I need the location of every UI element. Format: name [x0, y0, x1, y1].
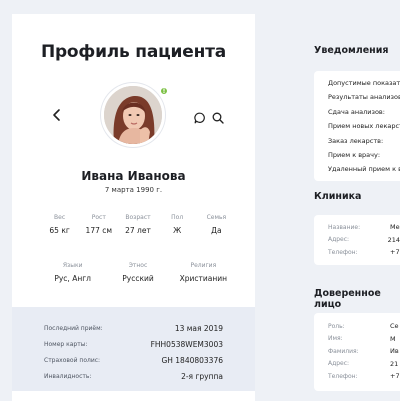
- back-arrow-icon[interactable]: [52, 108, 64, 122]
- patient-name: Ивана Иванова: [81, 169, 186, 183]
- trusted-row: Фамилия: Ив: [314, 345, 400, 358]
- trusted-row: Имя: М: [314, 333, 400, 346]
- trusted-value-role: Се: [390, 322, 399, 331]
- page-title: Профиль пациента: [40, 42, 227, 62]
- avatar-container: !: [101, 83, 169, 147]
- stat-value-languages: Рус, Англ: [54, 274, 91, 283]
- patient-stats: Вес Рост Возраст Пол Семья 65 кг 177 см …: [40, 214, 236, 235]
- clinic-value-phone: +7: [390, 248, 400, 257]
- clinic-label-address: Адрес:: [328, 236, 350, 244]
- info-row: Инвалидность: 2-я группа: [44, 368, 223, 384]
- patient-dob: 7 марта 1990 г.: [104, 186, 163, 194]
- trusted-value-phone: +7: [390, 372, 400, 381]
- notification-item[interactable]: Заказ лекарств:: [314, 134, 400, 148]
- notification-item[interactable]: Допустимые показате: [314, 76, 400, 90]
- notification-item[interactable]: Результаты анализов:: [314, 90, 400, 104]
- info-value-disability: 2-я группа: [181, 371, 223, 381]
- info-value-card-number: FHH0538WEM3003: [150, 339, 223, 349]
- stat-label-languages: Языки: [62, 262, 83, 269]
- info-row: Номер карты: FHH0538WEM3003: [44, 336, 223, 352]
- info-row: Страховой полис: GH 1840803376: [44, 352, 223, 368]
- info-label-insurance: Страховой полис:: [44, 356, 101, 364]
- trusted-value-last-name: Ив: [390, 347, 399, 356]
- patient-info-block: Последний приём: 13 мая 2019 Номер карты…: [12, 307, 255, 391]
- trusted-label-address: Адрес:: [328, 360, 350, 368]
- clinic-row: Телефон: +7: [314, 246, 400, 259]
- stat-label-ethnicity: Этнос: [128, 262, 148, 269]
- trusted-label-first-name: Имя:: [328, 335, 343, 343]
- clinic-value-address: 214: [387, 235, 400, 244]
- stat-label-religion: Религия: [190, 262, 217, 269]
- stat-value-age: 27 лет: [125, 226, 151, 235]
- trusted-row: Адрес: 21: [314, 358, 400, 371]
- trusted-label-last-name: Фамилия:: [328, 347, 359, 355]
- trusted-label-role: Роль:: [328, 322, 345, 330]
- clinic-label-phone: Телефон:: [328, 248, 358, 256]
- stat-label-age: Возраст: [125, 214, 151, 221]
- avatar: [101, 83, 165, 147]
- trusted-row: Роль: Се: [314, 320, 400, 333]
- trusted-label-phone: Телефон:: [328, 372, 358, 380]
- stat-value-weight: 65 кг: [49, 226, 70, 235]
- clinic-value-name: Ме: [390, 223, 400, 232]
- notification-item[interactable]: Сдача анализов:: [314, 105, 400, 119]
- stat-value-ethnicity: Русский: [122, 274, 154, 283]
- info-label-last-visit: Последний приём:: [44, 324, 103, 332]
- clinic-row: Адрес: 214: [314, 234, 400, 247]
- clinic-label-name: Название:: [328, 223, 361, 231]
- stat-label-height: Рост: [91, 214, 106, 221]
- chat-icon[interactable]: [194, 109, 206, 128]
- notification-item[interactable]: Прием новых лекарст: [314, 119, 400, 133]
- info-value-insurance: GH 1840803376: [161, 355, 223, 365]
- info-value-last-visit: 13 мая 2019: [174, 323, 223, 333]
- stat-value-height: 177 см: [85, 226, 113, 235]
- stat-value-family: Да: [211, 226, 222, 235]
- trusted-value-address: 21: [390, 359, 399, 368]
- clinic-card: Название: Ме Адрес: 214 Телефон: +7: [314, 215, 400, 265]
- notifications-title: Уведомления: [314, 45, 389, 56]
- stat-label-family: Семья: [206, 214, 227, 221]
- info-label-disability: Инвалидность:: [44, 372, 92, 380]
- notification-item[interactable]: Удаленный прием к в: [314, 162, 400, 176]
- notifications-card: Допустимые показате Результаты анализов:…: [314, 71, 400, 181]
- trusted-row: Телефон: +7: [314, 370, 400, 383]
- stat-value-sex: Ж: [173, 226, 182, 235]
- stat-value-religion: Христианин: [179, 274, 228, 283]
- clinic-title: Клиника: [314, 191, 362, 202]
- search-icon[interactable]: [212, 109, 224, 128]
- patient-profile-panel: Профиль пациента ! Ивана Иванова 7 марта…: [12, 14, 255, 401]
- stat-label-sex: Пол: [171, 214, 184, 221]
- notification-item[interactable]: Прием к врачу:: [314, 148, 400, 162]
- stat-label-weight: Вес: [54, 214, 66, 221]
- info-label-card-number: Номер карты:: [44, 340, 88, 348]
- trusted-person-title: Доверенное лицо: [314, 288, 381, 310]
- trusted-value-first-name: М: [390, 334, 396, 343]
- clinic-row: Название: Ме: [314, 221, 400, 234]
- online-badge: !: [159, 86, 169, 96]
- trusted-person-card: Роль: Се Имя: М Фамилия: Ив Адрес: 21 Те…: [314, 313, 400, 391]
- info-row: Последний приём: 13 мая 2019: [44, 320, 223, 336]
- patient-stats-secondary: Языки Этнос Религия Рус, Англ Русский Хр…: [40, 262, 236, 283]
